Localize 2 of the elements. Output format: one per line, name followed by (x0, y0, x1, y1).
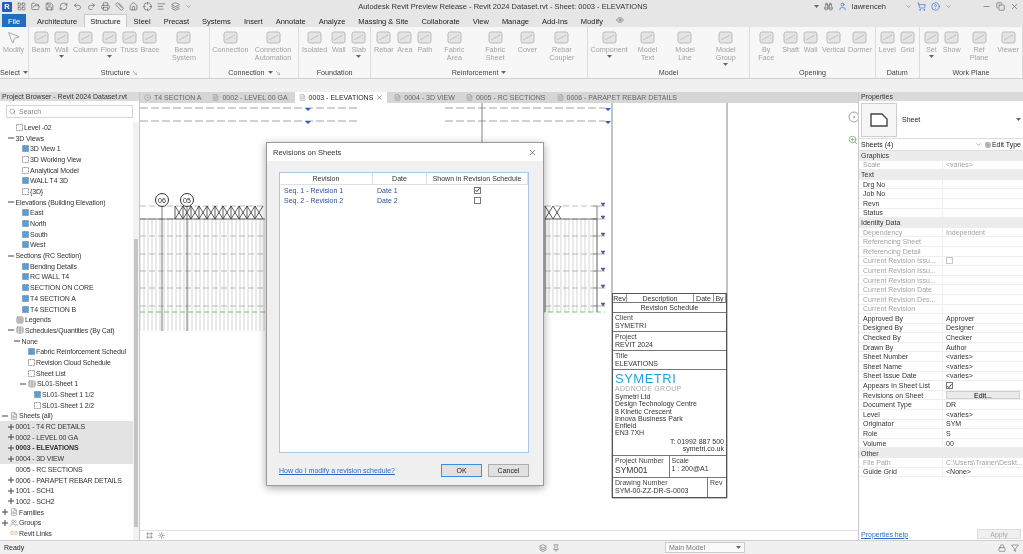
field-value: SYM001 (615, 465, 649, 475)
company-logo: SYMETRI (615, 372, 678, 385)
